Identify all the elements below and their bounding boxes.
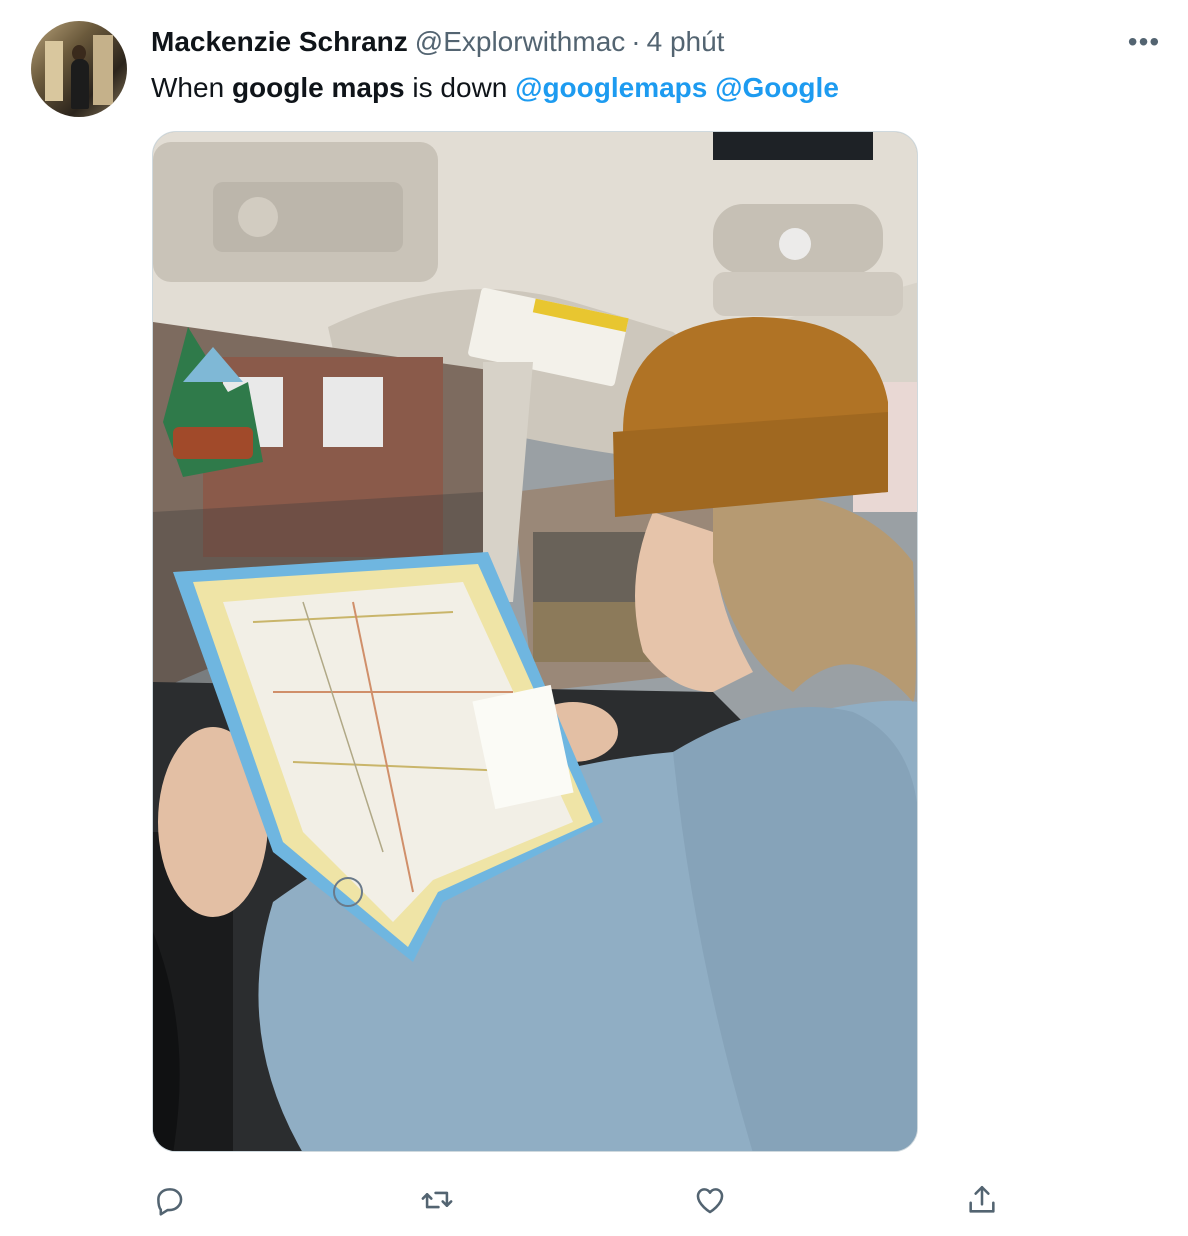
tweet-timestamp[interactable]: 4 phút [647,26,725,58]
mention-link[interactable]: @Google [715,72,839,103]
author-name[interactable]: Mackenzie Schranz [151,26,408,58]
tweet-actions [0,1178,1188,1222]
avatar-detail [93,35,113,105]
like-icon[interactable] [688,1178,732,1222]
mention-link[interactable]: @googlemaps [515,72,707,103]
tweet-photo[interactable] [152,131,918,1152]
more-options-label: ••• [1127,26,1161,57]
tweet-header: Mackenzie Schranz @Explorwithmac · 4 phú… [151,26,724,60]
avatar[interactable] [31,21,127,117]
separator-dot: · [631,26,641,57]
avatar-detail [71,59,89,109]
avatar-detail [45,41,63,101]
retweet-icon[interactable] [415,1178,459,1222]
author-handle[interactable]: @Explorwithmac [415,26,625,58]
tweet-text-space [707,72,715,103]
share-icon[interactable] [960,1178,1004,1222]
reply-icon[interactable] [147,1178,191,1222]
tweet-text-part: When [151,72,232,103]
photo-illustration [153,132,917,1151]
tweet-text-bold: google maps [231,72,405,103]
tweet-text-part: is down [404,72,516,103]
more-options-icon[interactable]: ••• [1126,26,1162,58]
tweet-text: When google maps is down @googlemaps @Go… [151,70,839,106]
